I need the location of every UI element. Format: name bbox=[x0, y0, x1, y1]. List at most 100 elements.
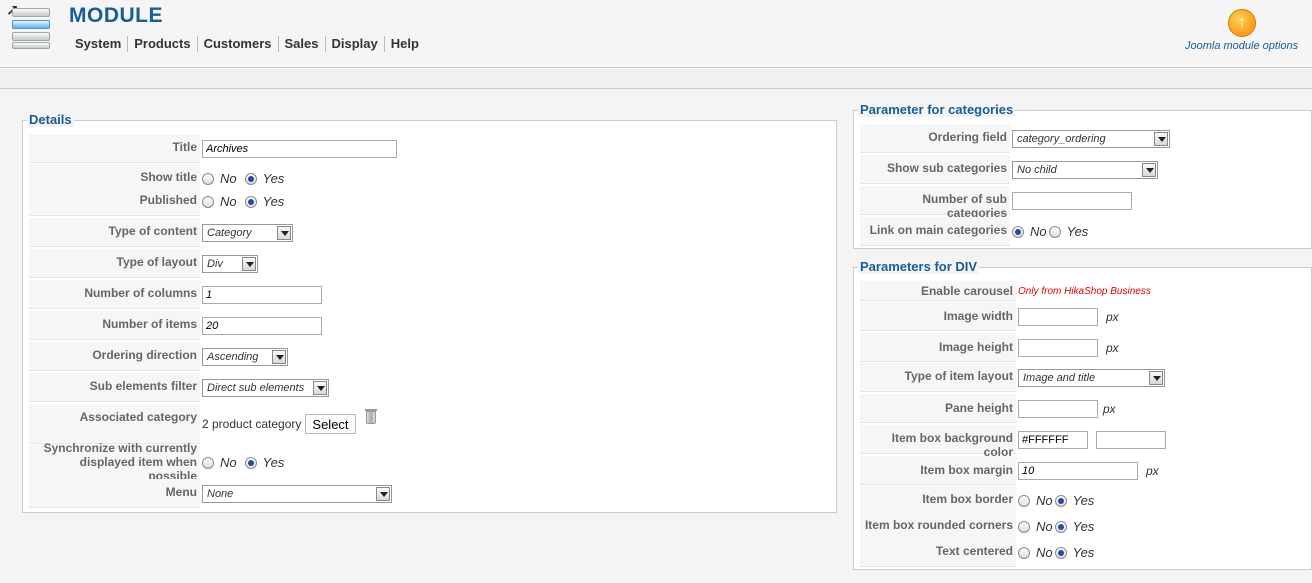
bg-color-input[interactable] bbox=[1018, 430, 1088, 449]
ordering-field-select[interactable]: category_ordering bbox=[1012, 129, 1170, 148]
carousel-notice: Only from HikaShop Business bbox=[1018, 285, 1151, 297]
title-label: Title bbox=[29, 134, 200, 163]
show-sub-select[interactable]: No child bbox=[1012, 160, 1158, 179]
sync-yes-radio[interactable] bbox=[244, 456, 257, 469]
num-sub-input[interactable] bbox=[1012, 191, 1132, 210]
show-title-yes-label: Yes bbox=[262, 171, 285, 186]
rounded-no-label: No bbox=[1036, 519, 1053, 534]
item-layout-select[interactable]: Image and title bbox=[1018, 368, 1165, 387]
num-columns-label: Number of columns bbox=[29, 280, 200, 309]
num-columns-input[interactable] bbox=[202, 285, 322, 304]
published-label: Published bbox=[29, 187, 200, 216]
sub-filter-select[interactable]: Direct sub elements bbox=[202, 378, 329, 397]
published-yes-radio[interactable] bbox=[244, 195, 257, 208]
details-legend: Details bbox=[27, 112, 74, 127]
centered-yes-radio[interactable] bbox=[1054, 546, 1067, 559]
rounded-label: Item box rounded corners bbox=[860, 512, 1016, 541]
div-legend: Parameters for DIV bbox=[858, 259, 980, 274]
pane-height-label: Pane height bbox=[860, 394, 1016, 423]
chevron-down-icon bbox=[1142, 162, 1156, 177]
link-main-no-radio[interactable] bbox=[1012, 225, 1024, 238]
item-layout-label: Type of item layout bbox=[860, 363, 1016, 392]
link-main-no-label: No bbox=[1030, 224, 1047, 239]
assoc-cat-label: Associated category bbox=[29, 404, 200, 444]
menu-sales[interactable]: Sales bbox=[277, 36, 325, 52]
show-title-no-label: No bbox=[220, 171, 237, 186]
module-logo-icon bbox=[12, 8, 52, 50]
title-input[interactable] bbox=[202, 139, 397, 158]
menu-products[interactable]: Products bbox=[127, 36, 196, 52]
sync-no-radio[interactable] bbox=[202, 456, 214, 469]
margin-unit: px bbox=[1146, 463, 1159, 478]
div-params-panel: Parameters for DIV Enable carousel Only … bbox=[853, 259, 1312, 570]
pane-height-unit: px bbox=[1103, 401, 1116, 416]
num-sub-label: Number of sub categories bbox=[860, 186, 1010, 220]
type-content-select[interactable]: Category bbox=[202, 223, 293, 242]
border-label: Item box border bbox=[860, 486, 1016, 515]
show-title-yes-radio[interactable] bbox=[244, 172, 257, 185]
chevron-down-icon bbox=[313, 380, 327, 395]
published-yes-label: Yes bbox=[262, 194, 285, 209]
link-main-label: Link on main categories bbox=[860, 217, 1010, 246]
page-title: MODULE bbox=[69, 4, 163, 27]
published-no-radio[interactable] bbox=[202, 195, 214, 208]
sync-no-label: No bbox=[220, 455, 237, 470]
module-options-link[interactable]: Joomla module options bbox=[1185, 40, 1298, 52]
type-layout-label: Type of layout bbox=[29, 249, 200, 278]
img-width-unit: px bbox=[1106, 309, 1119, 324]
chevron-down-icon bbox=[1149, 370, 1163, 385]
margin-label: Item box margin bbox=[860, 456, 1016, 485]
menu-label: Menu bbox=[29, 479, 200, 508]
rounded-yes-label: Yes bbox=[1072, 519, 1095, 534]
chevron-down-icon bbox=[376, 486, 390, 501]
toolbar-header: ➚ MODULE System Products Customers Sales… bbox=[0, 0, 1312, 68]
menu-display[interactable]: Display bbox=[324, 36, 384, 52]
img-width-input[interactable] bbox=[1018, 307, 1098, 326]
select-category-button[interactable]: Select bbox=[305, 414, 356, 434]
published-no-label: No bbox=[220, 194, 237, 209]
rounded-yes-radio[interactable] bbox=[1054, 520, 1067, 533]
chevron-down-icon bbox=[1154, 131, 1168, 146]
chevron-down-icon bbox=[277, 225, 291, 240]
module-options-icon[interactable]: ↑ bbox=[1228, 9, 1256, 37]
img-height-input[interactable] bbox=[1018, 338, 1098, 357]
categories-panel: Parameter for categories Ordering field … bbox=[853, 102, 1312, 249]
pane-height-input[interactable] bbox=[1018, 399, 1098, 418]
sub-filter-label: Sub elements filter bbox=[29, 373, 200, 402]
img-height-label: Image height bbox=[860, 333, 1016, 362]
show-title-no-radio[interactable] bbox=[202, 172, 214, 185]
border-yes-label: Yes bbox=[1072, 493, 1095, 508]
num-items-input[interactable] bbox=[202, 316, 322, 335]
menu-help[interactable]: Help bbox=[383, 36, 425, 52]
centered-no-radio[interactable] bbox=[1018, 546, 1030, 559]
link-main-yes-label: Yes bbox=[1066, 224, 1089, 239]
border-yes-radio[interactable] bbox=[1054, 494, 1067, 507]
margin-input[interactable] bbox=[1018, 461, 1138, 480]
link-main-yes-radio[interactable] bbox=[1048, 225, 1061, 238]
show-sub-label: Show sub categories bbox=[860, 155, 1010, 184]
type-layout-select[interactable]: Div bbox=[202, 254, 258, 273]
ordering-dir-select[interactable]: Ascending bbox=[202, 347, 288, 366]
bg-color-label: Item box background color bbox=[860, 425, 1016, 459]
border-no-label: No bbox=[1036, 493, 1053, 508]
rounded-no-radio[interactable] bbox=[1018, 520, 1030, 533]
num-items-label: Number of items bbox=[29, 311, 200, 340]
menu-select[interactable]: None bbox=[202, 484, 392, 503]
assoc-cat-value: 2 product category bbox=[202, 417, 302, 431]
centered-no-label: No bbox=[1036, 545, 1053, 560]
sync-label: Synchronize with currently displayed ite… bbox=[29, 441, 200, 483]
chevron-down-icon bbox=[242, 256, 256, 271]
chevron-down-icon bbox=[272, 349, 286, 364]
menu-system[interactable]: System bbox=[69, 36, 127, 52]
border-no-radio[interactable] bbox=[1018, 494, 1030, 507]
img-height-unit: px bbox=[1106, 340, 1119, 355]
top-menu: System Products Customers Sales Display … bbox=[69, 36, 425, 52]
img-width-label: Image width bbox=[860, 302, 1016, 331]
type-content-label: Type of content bbox=[29, 218, 200, 247]
sync-yes-label: Yes bbox=[262, 455, 285, 470]
menu-customers[interactable]: Customers bbox=[196, 36, 278, 52]
trash-icon[interactable] bbox=[364, 408, 377, 424]
carousel-label: Enable carousel bbox=[860, 281, 1016, 301]
ordering-field-label: Ordering field bbox=[860, 124, 1010, 153]
bg-color-preview[interactable] bbox=[1096, 430, 1166, 449]
